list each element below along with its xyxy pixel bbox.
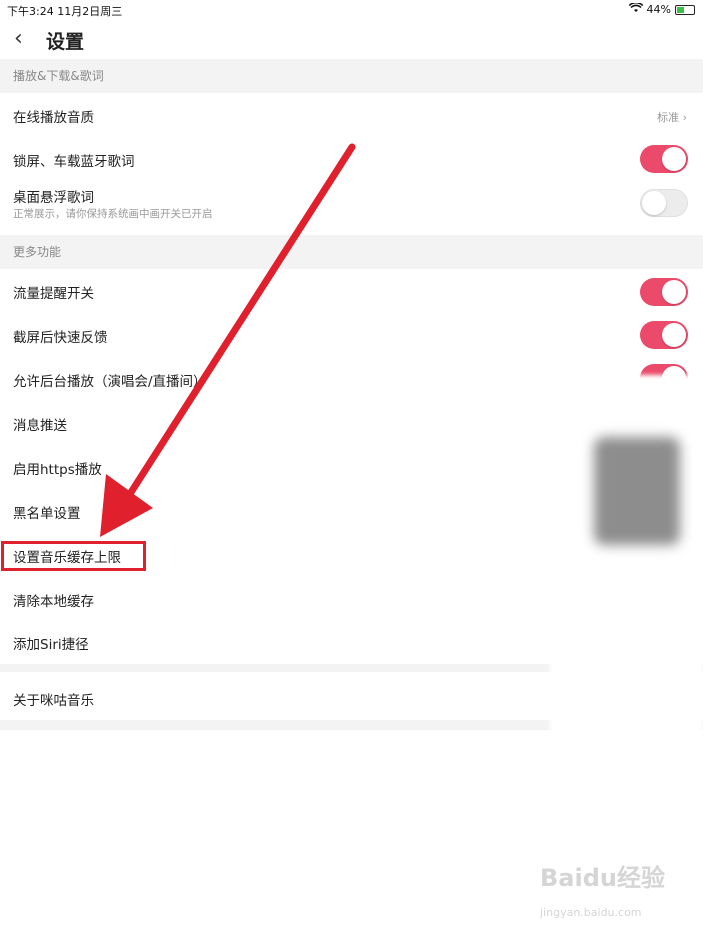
watermark-url: jingyan.baidu.com bbox=[540, 906, 642, 919]
watermark-logo: Baidu经验 bbox=[540, 864, 665, 892]
annotation-arrow bbox=[100, 143, 356, 537]
